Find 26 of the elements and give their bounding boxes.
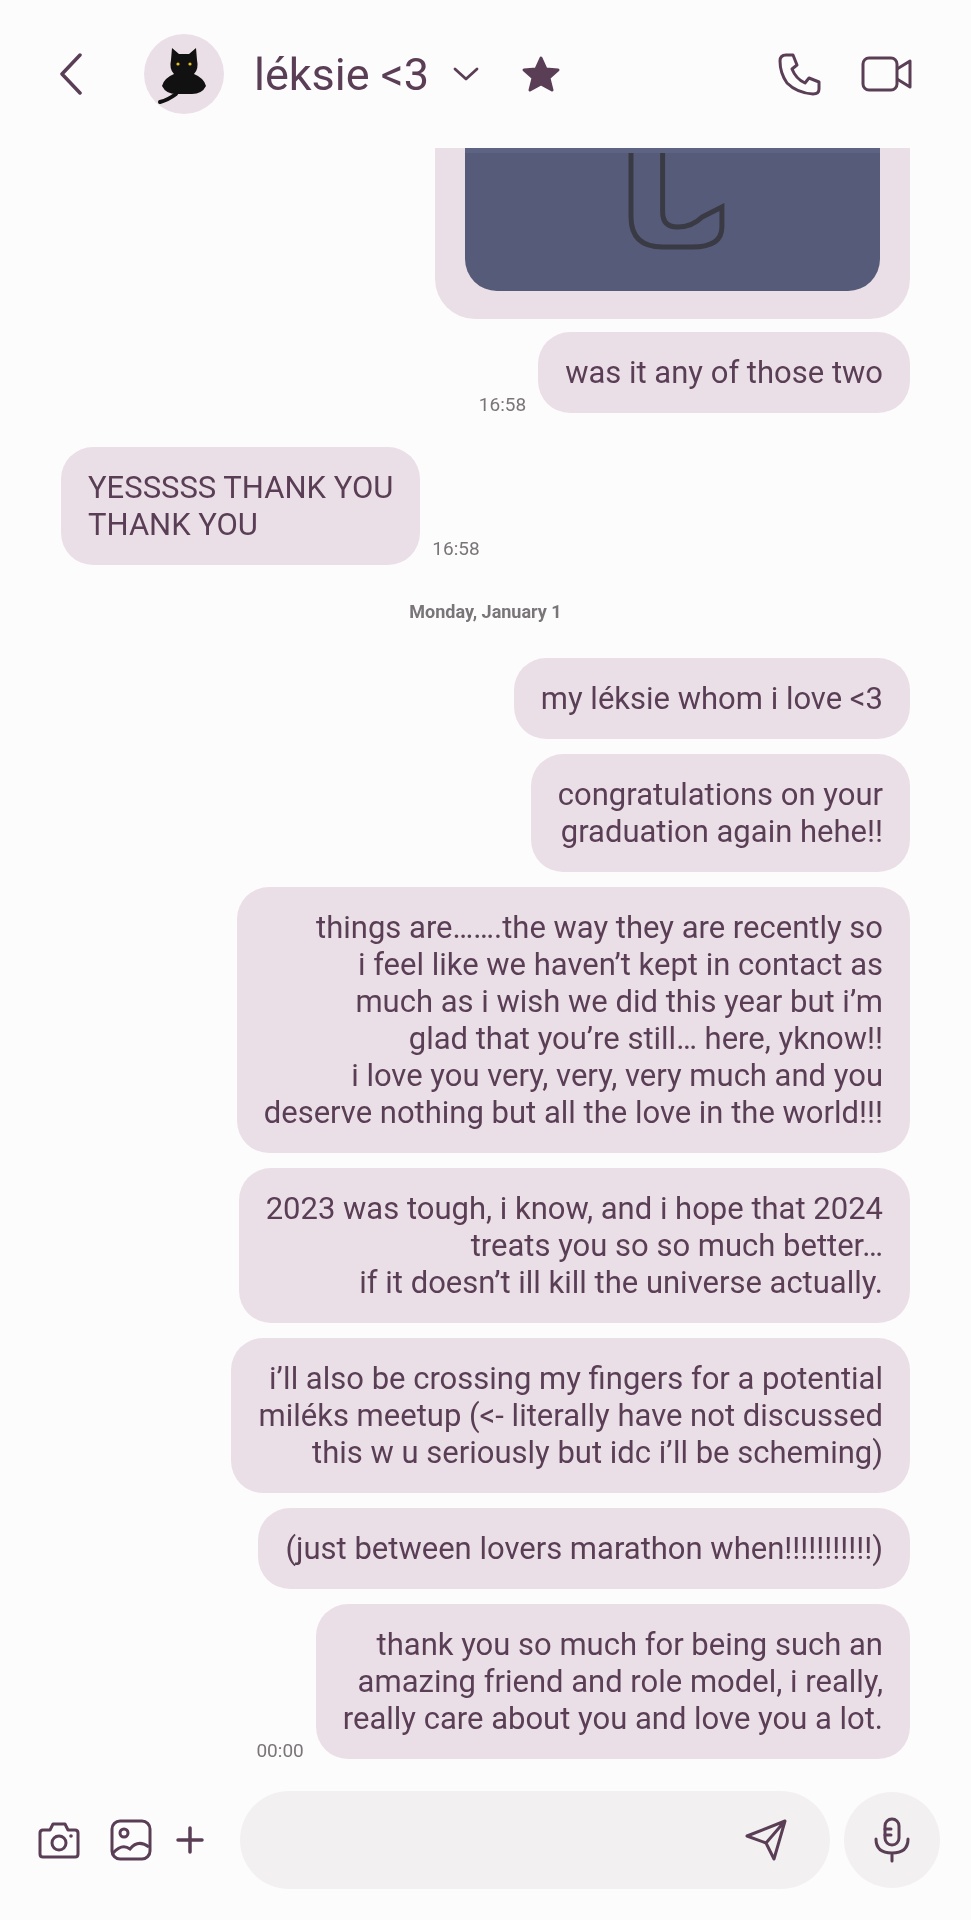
microphone-icon [873, 1817, 911, 1863]
phone-icon[interactable] [777, 51, 823, 97]
date-separator: Monday, January 1 [409, 600, 562, 624]
message-bubble[interactable]: things are…….the way they are recently so i feel like we haven’t kept in contact as much as i wish we did this year but i’m glad that you’re still… here, yknow!! i love you very, very, very much and you deserve nothing but all the love in the world!!! [236, 887, 910, 1153]
plus-icon[interactable] [176, 1826, 204, 1854]
video-camera-icon[interactable] [861, 55, 913, 93]
send-icon[interactable] [744, 1818, 788, 1862]
gallery-icon[interactable] [110, 1819, 152, 1861]
star-icon[interactable] [520, 55, 561, 93]
message-bubble[interactable]: was it any of those two [538, 332, 910, 413]
message-bubble[interactable]: (just between lovers marathon when!!!!!!!!!!!) [258, 1508, 910, 1589]
message-bubble[interactable]: YESSSSS THANK YOU THANK YOU [61, 447, 421, 565]
message-bubble[interactable]: my léksie whom i love <3 [513, 658, 910, 739]
message-bubble[interactable]: i’ll also be crossing my fingers for a potential miléks meetup (<- literally have not discussed this w u seriously but idc i’ll be scheming) [231, 1338, 910, 1493]
message-bubble[interactable]: 2023 was tough, i know, and i hope that 2024 treats you so so much better… if it doesn’t ill kill the universe actually. [238, 1168, 910, 1323]
camera-icon[interactable] [38, 1821, 80, 1859]
back-icon[interactable] [58, 53, 84, 95]
chevron-down-icon[interactable] [452, 66, 479, 82]
cat-avatar[interactable] [144, 34, 224, 114]
message-time: 16:58 [478, 391, 527, 418]
message-time: 00:00 [256, 1737, 304, 1764]
message-time: 16:58 [432, 535, 480, 562]
image-bubble[interactable] [435, 147, 910, 319]
message-bubble[interactable]: thank you so much for being such an amazing friend and role model, i really, really care about you and love you a lot. [315, 1604, 910, 1759]
message-bubble[interactable]: congratulations on your graduation again hehe!! [530, 754, 910, 872]
contact-name[interactable]: léksie <3 [254, 51, 429, 97]
